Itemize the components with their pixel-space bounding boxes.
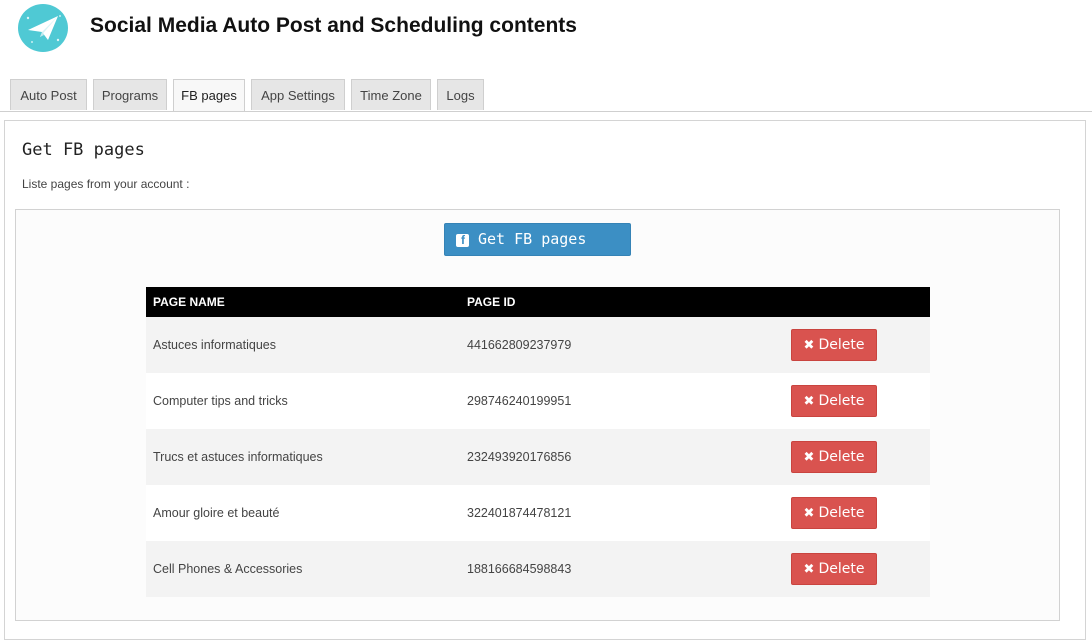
delete-label: Delete <box>818 561 865 577</box>
tab-logs[interactable]: Logs <box>437 79 484 110</box>
page-id-cell: 188166684598843 <box>460 541 778 597</box>
fb-pages-panel: Get FB pages Liste pages from your accou… <box>4 120 1086 640</box>
times-icon: ✖ <box>803 450 815 465</box>
get-fb-pages-label: Get FB pages <box>478 230 587 248</box>
get-fb-pages-button[interactable]: f Get FB pages <box>444 223 631 256</box>
times-icon: ✖ <box>803 338 815 353</box>
app-title: Social Media Auto Post and Scheduling co… <box>90 14 577 37</box>
paper-plane-icon <box>18 4 68 52</box>
tab-fb-pages[interactable]: FB pages <box>173 79 245 111</box>
column-header-page-name: PAGE NAME <box>146 287 460 317</box>
section-subtitle: Liste pages from your account : <box>22 177 190 191</box>
page-name-cell: Computer tips and tricks <box>146 373 460 429</box>
delete-button[interactable]: ✖ Delete <box>791 329 877 361</box>
pages-container: f Get FB pages PAGE NAME PAGE ID Astuces… <box>15 209 1060 621</box>
actions-cell: ✖ Delete <box>778 373 930 429</box>
delete-label: Delete <box>818 337 865 353</box>
page-id-cell: 441662809237979 <box>460 317 778 373</box>
times-icon: ✖ <box>803 394 815 409</box>
delete-label: Delete <box>818 505 865 521</box>
table-row: Trucs et astuces informatiques 232493920… <box>146 429 930 485</box>
table-header-row: PAGE NAME PAGE ID <box>146 287 930 317</box>
delete-button[interactable]: ✖ Delete <box>791 385 877 417</box>
actions-cell: ✖ Delete <box>778 541 930 597</box>
tab-time-zone[interactable]: Time Zone <box>351 79 431 110</box>
times-icon: ✖ <box>803 562 815 577</box>
delete-button[interactable]: ✖ Delete <box>791 553 877 585</box>
table-row: Astuces informatiques 441662809237979 ✖ D… <box>146 317 930 373</box>
facebook-icon: f <box>456 233 469 247</box>
tab-auto-post[interactable]: Auto Post <box>10 79 87 110</box>
section-title: Get FB pages <box>22 140 145 160</box>
actions-cell: ✖ Delete <box>778 317 930 373</box>
page-name-cell: Cell Phones & Accessories <box>146 541 460 597</box>
times-icon: ✖ <box>803 506 815 521</box>
delete-label: Delete <box>818 393 865 409</box>
delete-button[interactable]: ✖ Delete <box>791 497 877 529</box>
page-id-cell: 322401874478121 <box>460 485 778 541</box>
table-row: Cell Phones & Accessories 18816668459884… <box>146 541 930 597</box>
page-name-cell: Trucs et astuces informatiques <box>146 429 460 485</box>
column-header-page-id: PAGE ID <box>460 287 778 317</box>
page-id-cell: 232493920176856 <box>460 429 778 485</box>
page-name-cell: Amour gloire et beauté <box>146 485 460 541</box>
app-header: Social Media Auto Post and Scheduling co… <box>0 0 1092 70</box>
table-row: Amour gloire et beauté 322401874478121 ✖… <box>146 485 930 541</box>
pages-table: PAGE NAME PAGE ID Astuces informatiques … <box>146 287 930 597</box>
delete-label: Delete <box>818 449 865 465</box>
column-header-actions <box>778 287 930 317</box>
table-row: Computer tips and tricks 298746240199951… <box>146 373 930 429</box>
tab-app-settings[interactable]: App Settings <box>251 79 345 110</box>
actions-cell: ✖ Delete <box>778 485 930 541</box>
page-name-cell: Astuces informatiques <box>146 317 460 373</box>
delete-button[interactable]: ✖ Delete <box>791 441 877 473</box>
actions-cell: ✖ Delete <box>778 429 930 485</box>
tab-programs[interactable]: Programs <box>93 79 167 110</box>
page-id-cell: 298746240199951 <box>460 373 778 429</box>
tab-bar: Auto Post Programs FB pages App Settings… <box>0 79 1092 112</box>
